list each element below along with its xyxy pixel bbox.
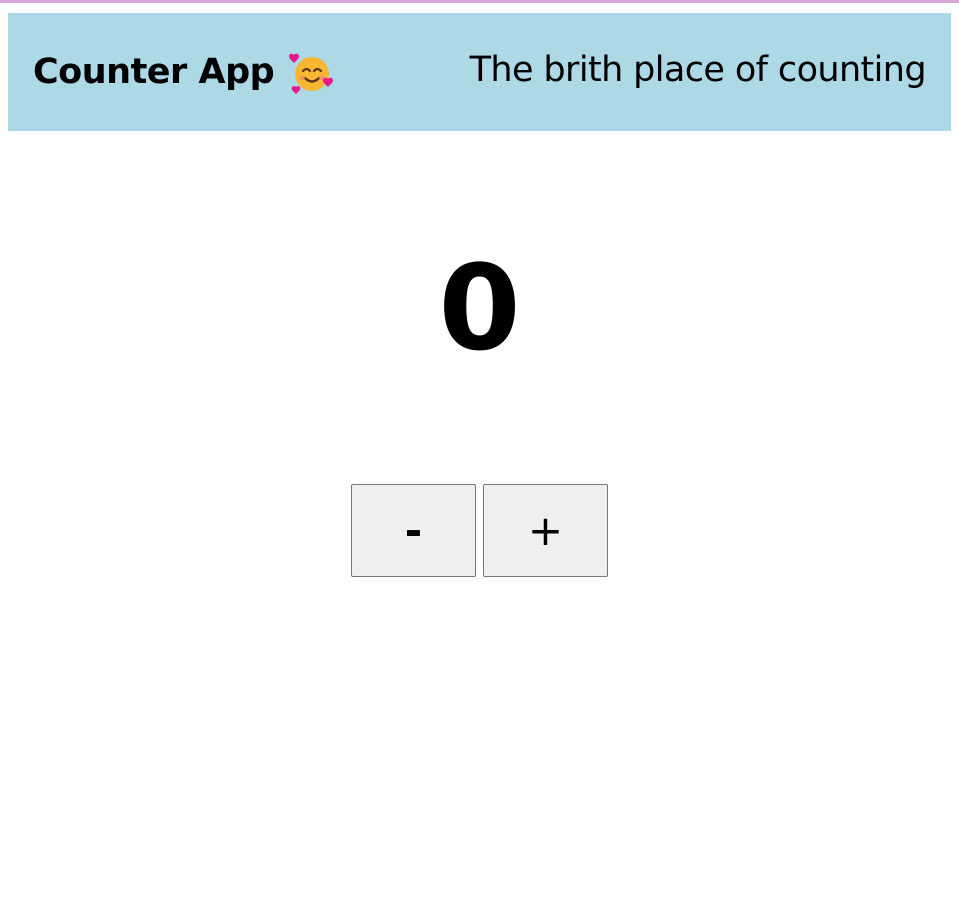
brand: Counter App <box>33 49 334 95</box>
top-border-line <box>0 0 959 3</box>
app-title: Counter App <box>33 52 275 92</box>
counter-value: 0 <box>438 239 521 377</box>
decrement-button[interactable]: - <box>351 484 476 577</box>
smiling-face-with-hearts-icon <box>288 49 334 95</box>
increment-button[interactable]: + <box>483 484 608 577</box>
counter-controls: - + <box>351 484 608 577</box>
tagline: The brith place of counting <box>469 50 927 90</box>
app-header: Counter App The brith place of counting <box>8 13 951 131</box>
